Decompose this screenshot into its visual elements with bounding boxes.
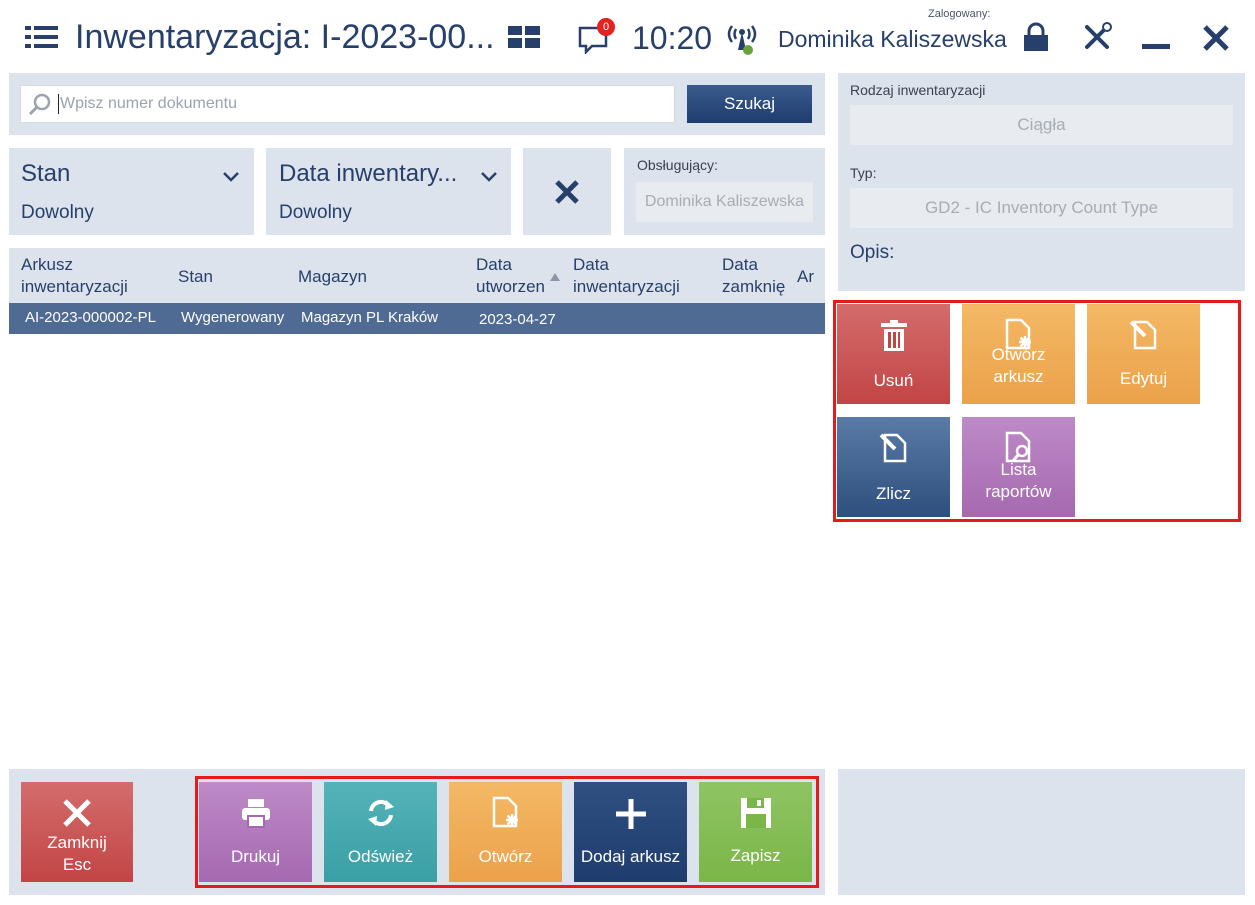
edit-doc-icon	[1129, 320, 1156, 350]
tools-icon[interactable]	[1082, 22, 1112, 57]
save-label: Zapisz	[730, 846, 781, 865]
text-cursor	[58, 94, 59, 114]
column-header[interactable]: Data utworzen	[476, 254, 552, 298]
cell-data-utworzenia: 2023-04-27	[479, 311, 556, 328]
obslugujacy-field: Dominika Kaliszewska	[636, 182, 813, 222]
search-icon	[28, 93, 52, 120]
chevron-down-icon	[222, 170, 240, 188]
refresh-icon	[367, 799, 394, 827]
typ-label: Typ:	[850, 165, 877, 181]
delete-label: Usuń	[873, 371, 914, 390]
opis-label: Opis:	[850, 242, 895, 263]
print-button[interactable]: Drukuj	[199, 782, 312, 882]
column-header[interactable]: Arkusz inwentaryzacji	[21, 254, 151, 298]
close-label-1: Zamknij	[47, 833, 107, 852]
open-doc-icon	[492, 796, 518, 828]
column-header[interactable]: Data zamknię	[722, 254, 788, 298]
clear-filters-button[interactable]	[523, 148, 611, 235]
add-sheet-button[interactable]: Dodaj arkusz	[574, 782, 687, 882]
add-sheet-label: Dodaj arkusz	[580, 847, 681, 866]
count-button[interactable]: Zlicz	[837, 417, 950, 517]
trash-icon	[880, 320, 907, 351]
lock-icon[interactable]	[1022, 22, 1050, 57]
page-title: Inwentaryzacja: I-2023-00...	[75, 18, 495, 56]
count-label: Zlicz	[876, 484, 911, 503]
close-label-2: Esc	[62, 855, 92, 874]
search-button[interactable]: Szukaj	[687, 85, 812, 123]
tiles-icon[interactable]	[508, 26, 540, 53]
sort-asc-icon	[550, 268, 560, 286]
print-label: Drukuj	[230, 847, 281, 866]
open-sheet-label-1: Otwórz	[991, 345, 1046, 364]
count-icon	[879, 433, 906, 463]
chevron-down-icon	[480, 170, 498, 188]
obslugujacy-label: Obsługujący:	[637, 157, 718, 173]
clear-icon	[555, 180, 579, 204]
reports-list-button[interactable]: Lista raportów	[962, 417, 1075, 517]
notification-badge: 0	[597, 18, 615, 36]
column-header[interactable]: Magazyn	[298, 266, 367, 288]
rodzaj-label: Rodzaj inwentaryzacji	[850, 82, 986, 98]
delete-button[interactable]: Usuń	[837, 304, 950, 404]
open-sheet-label-2: arkusz	[993, 367, 1044, 386]
save-icon	[740, 798, 771, 828]
reports-list-label-2: raportów	[985, 482, 1052, 501]
signal-icon	[724, 20, 760, 61]
refresh-label: Odśwież	[347, 847, 414, 866]
open-label: Otwórz	[478, 847, 533, 866]
bottom-bar-right	[838, 769, 1245, 895]
close-icon[interactable]	[1202, 24, 1230, 57]
column-header[interactable]: Stan	[178, 266, 213, 288]
column-header[interactable]: Data inwentaryzacji	[573, 254, 693, 298]
search-placeholder: Wpisz numer dokumentu	[60, 95, 237, 112]
menu-icon[interactable]	[25, 24, 59, 50]
rodzaj-field: Ciągła	[850, 105, 1233, 145]
cell-stan: Wygenerowany	[181, 309, 285, 326]
cell-magazyn: Magazyn PL Kraków	[301, 309, 439, 326]
reports-list-label-1: Lista	[1000, 460, 1037, 479]
close-icon	[63, 799, 91, 827]
open-button[interactable]: Otwórz	[449, 782, 562, 882]
refresh-button[interactable]: Odśwież	[324, 782, 437, 882]
logged-label: Zalogowany:	[928, 8, 991, 20]
plus-icon	[615, 799, 646, 829]
filter-stan-title: Stan	[21, 160, 71, 187]
cell-arkusz: AI-2023-000002-PL	[25, 309, 156, 326]
edit-button[interactable]: Edytuj	[1087, 304, 1200, 404]
close-window-button[interactable]: Zamknij Esc	[21, 782, 133, 882]
minimize-icon[interactable]	[1142, 44, 1170, 49]
filter-data-title: Data inwentary...	[279, 160, 458, 187]
user-name: Dominika Kaliszewska	[778, 26, 1007, 52]
column-header[interactable]: Ar	[797, 266, 814, 288]
filter-stan-value: Dowolny	[21, 202, 94, 223]
open-sheet-button[interactable]: Otwórz arkusz	[962, 304, 1075, 404]
edit-label: Edytuj	[1119, 369, 1168, 388]
typ-field: GD2 - IC Inventory Count Type	[850, 188, 1233, 228]
print-icon	[241, 799, 270, 828]
filter-data-value: Dowolny	[279, 202, 352, 223]
save-button[interactable]: Zapisz	[699, 782, 812, 882]
clock: 10:20	[632, 20, 713, 56]
